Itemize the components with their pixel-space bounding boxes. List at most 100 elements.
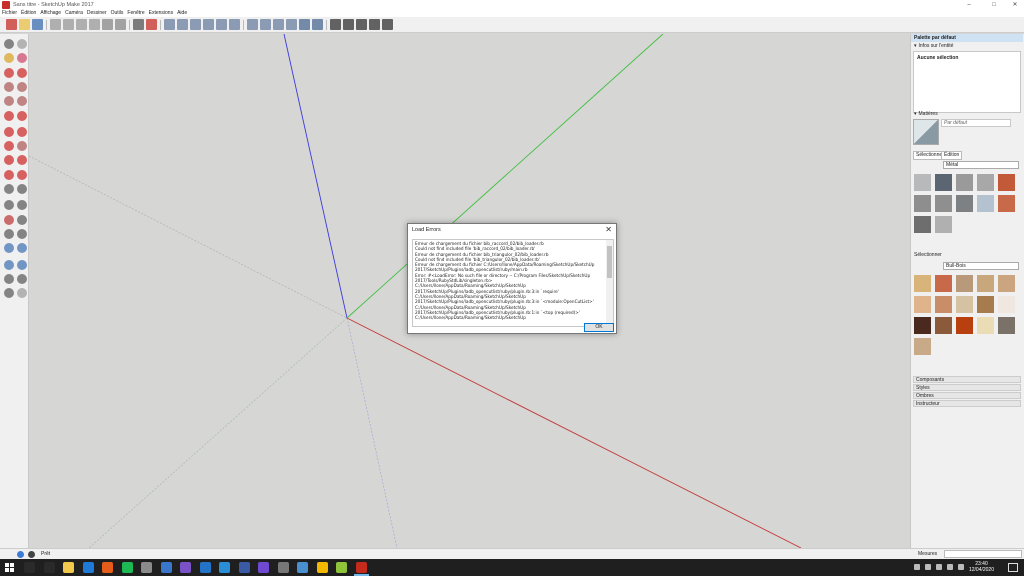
push-pull-icon[interactable]	[17, 141, 27, 152]
material-swatch[interactable]	[997, 274, 1016, 293]
tray-icon-4[interactable]	[947, 564, 953, 570]
material-swatch[interactable]	[934, 215, 953, 234]
3d-text-icon[interactable]	[17, 214, 27, 225]
material-swatch[interactable]	[913, 194, 932, 213]
erase-icon[interactable]	[89, 19, 100, 30]
circle-icon[interactable]	[4, 96, 14, 107]
eraser-icon[interactable]	[17, 53, 27, 64]
copy-icon[interactable]	[63, 19, 74, 30]
right-view-icon[interactable]	[203, 19, 214, 30]
scale-icon[interactable]	[4, 169, 14, 180]
section-plane-icon[interactable]	[17, 288, 27, 299]
material-swatch[interactable]	[976, 194, 995, 213]
windows-start-icon[interactable]	[5, 563, 14, 572]
two-point-arc-icon[interactable]	[17, 110, 27, 121]
follow-me-icon[interactable]	[17, 155, 27, 166]
material-swatch[interactable]	[955, 274, 974, 293]
taskbar-app-icon[interactable]	[336, 562, 347, 573]
material-swatch[interactable]	[976, 274, 995, 293]
ok-button[interactable]: OK	[584, 323, 614, 332]
undo-icon[interactable]	[102, 19, 113, 30]
menu-aide[interactable]: Aide	[175, 10, 189, 17]
protractor-icon[interactable]	[4, 200, 14, 211]
text-icon[interactable]	[17, 200, 27, 211]
material-swatch[interactable]	[913, 215, 932, 234]
cut-icon[interactable]	[50, 19, 61, 30]
credits-icon[interactable]	[28, 551, 35, 558]
material-swatch[interactable]	[934, 274, 953, 293]
new-icon[interactable]	[6, 19, 17, 30]
taskbar-app-icon[interactable]	[199, 562, 211, 573]
material-swatch[interactable]	[997, 194, 1016, 213]
textured-icon[interactable]	[299, 19, 310, 30]
walk-icon[interactable]	[4, 288, 14, 299]
iso-view-icon[interactable]	[164, 19, 175, 30]
menu-fenetre[interactable]: Fenêtre	[125, 10, 146, 17]
taskbar-app-icon[interactable]	[24, 562, 35, 573]
taskbar-app-icon[interactable]	[238, 562, 250, 573]
notification-icon[interactable]	[1008, 563, 1018, 572]
material-swatch[interactable]	[955, 316, 974, 335]
monochrome-icon[interactable]	[312, 19, 323, 30]
three-point-arc-icon[interactable]	[17, 126, 27, 137]
model-info-icon[interactable]	[146, 19, 157, 30]
taskbar-app-icon[interactable]	[316, 562, 328, 573]
look-around-icon[interactable]	[17, 273, 27, 284]
taskbar-clock[interactable]: 23:40 12/04/2020	[969, 561, 994, 573]
rotate-icon[interactable]	[4, 155, 14, 166]
taskbar-app-icon[interactable]	[102, 562, 113, 573]
taskbar-app-icon[interactable]	[219, 562, 230, 573]
entity-info-header[interactable]: ▾ Infos sur l'entité	[911, 43, 1023, 50]
taskbar-app-icon[interactable]	[180, 562, 191, 573]
material-swatch[interactable]	[997, 173, 1016, 192]
error-log[interactable]: Erreur de chargement du fichier bib_racc…	[412, 239, 614, 327]
move-icon[interactable]	[4, 141, 14, 152]
zoom-extents-icon[interactable]	[4, 259, 14, 270]
tray-section-instructor[interactable]: Instructeur	[913, 400, 1021, 407]
material-swatch[interactable]	[934, 295, 953, 314]
material-swatch[interactable]	[913, 316, 932, 335]
axes-icon[interactable]	[4, 214, 14, 225]
tray-icon-5[interactable]	[958, 564, 964, 570]
material-swatch[interactable]	[934, 316, 953, 335]
hidden-line-icon[interactable]	[273, 19, 284, 30]
make-component-icon[interactable]	[17, 39, 27, 49]
library-select-wood[interactable]: Bull-Bois	[943, 262, 1019, 270]
arc-icon[interactable]	[4, 110, 14, 121]
share-icon[interactable]	[343, 19, 354, 30]
material-swatch[interactable]	[976, 316, 995, 335]
warehouse-icon[interactable]	[330, 19, 341, 30]
minimize-button[interactable]: –	[962, 0, 976, 10]
menu-camera[interactable]: Caméra	[63, 10, 85, 17]
material-swatch[interactable]	[976, 295, 995, 314]
zoom-window-icon[interactable]	[17, 243, 27, 254]
tray-section-styles[interactable]: Styles	[913, 384, 1021, 391]
taskbar-app-icon[interactable]	[141, 562, 152, 573]
home-icon[interactable]	[356, 19, 367, 30]
pie-icon[interactable]	[4, 126, 14, 137]
xray-icon[interactable]	[247, 19, 258, 30]
polygon-icon[interactable]	[17, 96, 27, 107]
taskbar-app-icon[interactable]	[160, 562, 172, 573]
rectangle-icon[interactable]	[4, 81, 14, 92]
dimension-icon[interactable]	[17, 184, 27, 194]
close-button[interactable]: ✕	[1008, 0, 1022, 10]
tape-measure-icon[interactable]	[4, 184, 14, 194]
tray-section-shadows[interactable]: Ombres	[913, 392, 1021, 399]
taskbar-app-icon[interactable]	[258, 562, 269, 573]
paint-bucket-icon[interactable]	[4, 53, 14, 64]
line-icon[interactable]	[4, 67, 14, 78]
material-swatch[interactable]	[934, 194, 953, 213]
orbit-icon[interactable]	[4, 228, 14, 239]
left-view-icon[interactable]	[229, 19, 240, 30]
pan-icon[interactable]	[17, 228, 27, 239]
open-icon[interactable]	[19, 19, 30, 30]
maximize-button[interactable]: □	[987, 0, 1001, 10]
menu-extensions[interactable]: Extensions	[147, 10, 175, 17]
material-swatch[interactable]	[976, 173, 995, 192]
taskbar-app-icon[interactable]	[297, 562, 308, 573]
tray-icon-1[interactable]	[914, 564, 920, 570]
menu-fichier[interactable]: Fichier	[0, 10, 19, 17]
taskbar-app-icon[interactable]	[63, 562, 74, 573]
previous-view-icon[interactable]	[17, 259, 27, 270]
